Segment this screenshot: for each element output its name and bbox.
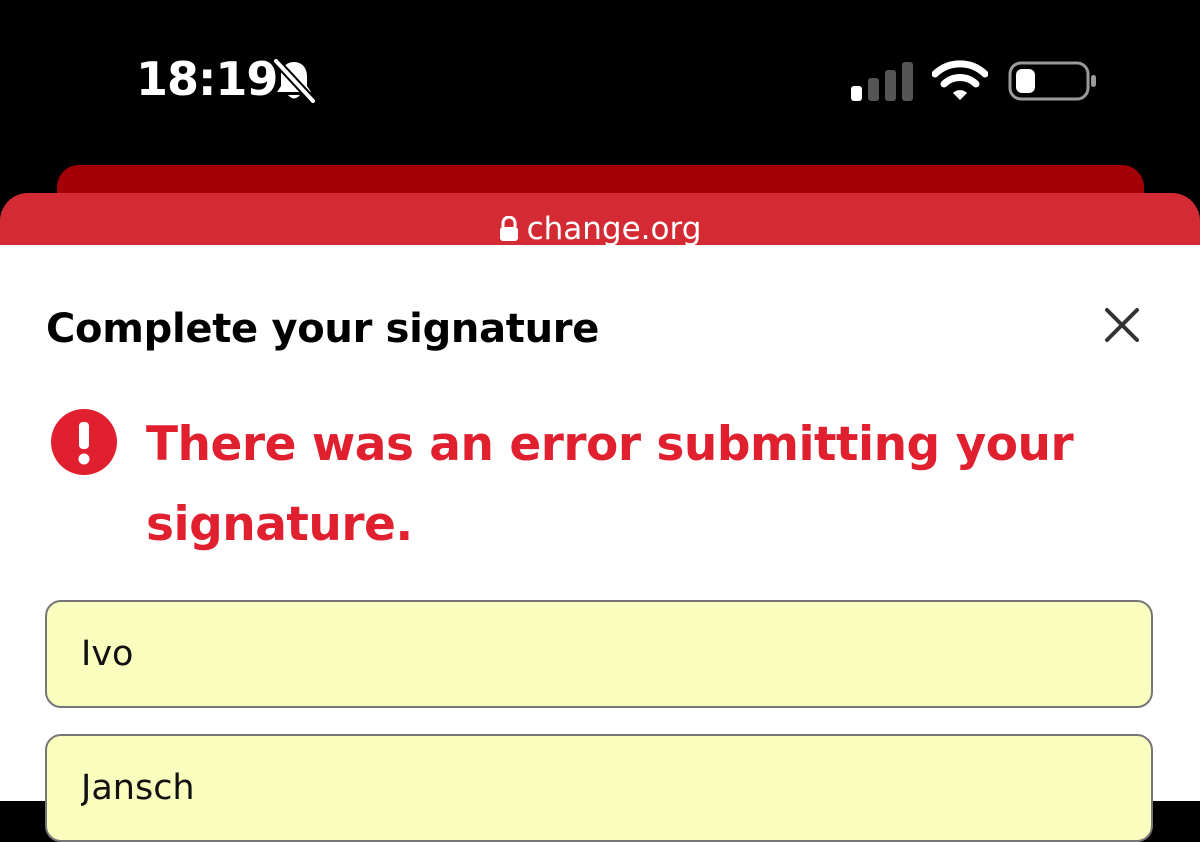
status-time: 18:19 bbox=[136, 52, 278, 106]
last-name-input[interactable] bbox=[47, 736, 1151, 840]
first-name-field[interactable] bbox=[45, 600, 1153, 708]
bell-slash-icon bbox=[273, 58, 316, 104]
signature-dialog: Complete your signature There was an err… bbox=[0, 245, 1200, 842]
close-icon[interactable] bbox=[1100, 303, 1144, 347]
wifi-icon bbox=[932, 60, 988, 100]
address-bar[interactable]: change.org bbox=[0, 211, 1200, 247]
battery-icon bbox=[1008, 61, 1096, 101]
status-bar: 18:19 bbox=[0, 0, 1200, 165]
error-alert-icon bbox=[51, 409, 117, 475]
error-message: There was an error submitting your signa… bbox=[146, 417, 1074, 552]
url-text: change.org bbox=[526, 211, 702, 247]
cellular-signal-icon bbox=[851, 62, 913, 101]
first-name-input[interactable] bbox=[47, 602, 1151, 706]
dialog-title: Complete your signature bbox=[46, 306, 600, 352]
lock-icon bbox=[499, 216, 518, 241]
last-name-field[interactable] bbox=[45, 734, 1153, 842]
